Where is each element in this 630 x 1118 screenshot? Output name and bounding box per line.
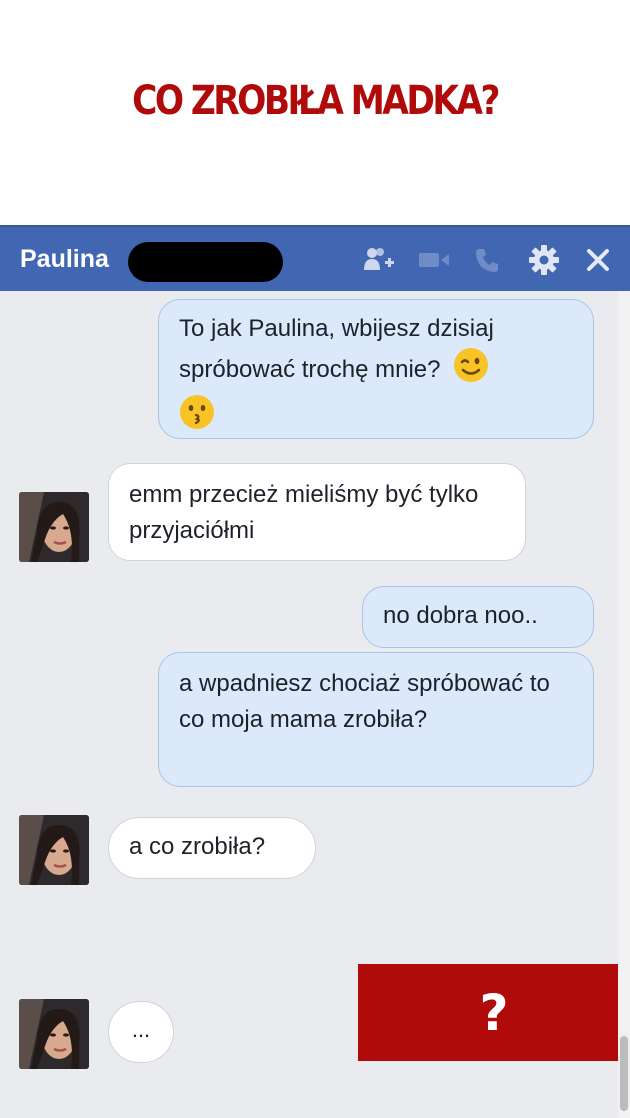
typing-indicator: ... bbox=[108, 1001, 174, 1063]
message-text: a co zrobiła? bbox=[129, 833, 266, 860]
redacted-surname bbox=[128, 242, 283, 282]
outgoing-message: To jak Paulina, wbijesz dzisiaj spróbowa… bbox=[158, 299, 594, 439]
wink-emoji bbox=[453, 347, 489, 394]
incoming-message: emm przecież mieliśmy być tylko przyjaci… bbox=[108, 463, 526, 561]
close-icon[interactable] bbox=[581, 243, 615, 277]
add-friend-icon[interactable] bbox=[362, 243, 396, 277]
kiss-emoji bbox=[179, 394, 215, 441]
message-text: emm przecież mieliśmy być tylko przyjaci… bbox=[129, 481, 479, 544]
avatar[interactable] bbox=[19, 999, 89, 1069]
gear-icon[interactable] bbox=[527, 243, 561, 277]
avatar[interactable] bbox=[19, 815, 89, 885]
headline: CO ZROBIŁA MADKA? bbox=[132, 78, 500, 124]
chat-header: Paulina bbox=[0, 225, 630, 291]
message-text: a wpadniesz chociaż spróbować to co moja… bbox=[179, 670, 550, 733]
outgoing-message: no dobra noo.. bbox=[362, 586, 594, 648]
avatar[interactable] bbox=[19, 492, 89, 562]
outgoing-message: a wpadniesz chociaż spróbować to co moja… bbox=[158, 652, 594, 787]
message-list[interactable]: To jak Paulina, wbijesz dzisiaj spróbowa… bbox=[0, 291, 630, 1118]
voice-call-icon[interactable] bbox=[470, 243, 504, 277]
message-text: ... bbox=[131, 1017, 151, 1042]
chat-window: Paulina To jak Paulina, wbijesz dzisiaj … bbox=[0, 225, 630, 1118]
message-text: To jak Paulina, wbijesz dzisiaj spróbowa… bbox=[179, 315, 494, 383]
scrollbar[interactable] bbox=[618, 291, 630, 1118]
message-text: no dobra noo.. bbox=[383, 602, 538, 629]
reveal-label: ? bbox=[479, 983, 509, 1042]
video-call-icon[interactable] bbox=[417, 243, 451, 277]
scrollbar-thumb[interactable] bbox=[620, 1036, 628, 1111]
reveal-box: ? bbox=[358, 964, 630, 1061]
incoming-message: a co zrobiła? bbox=[108, 817, 316, 879]
contact-name[interactable]: Paulina bbox=[20, 245, 109, 274]
